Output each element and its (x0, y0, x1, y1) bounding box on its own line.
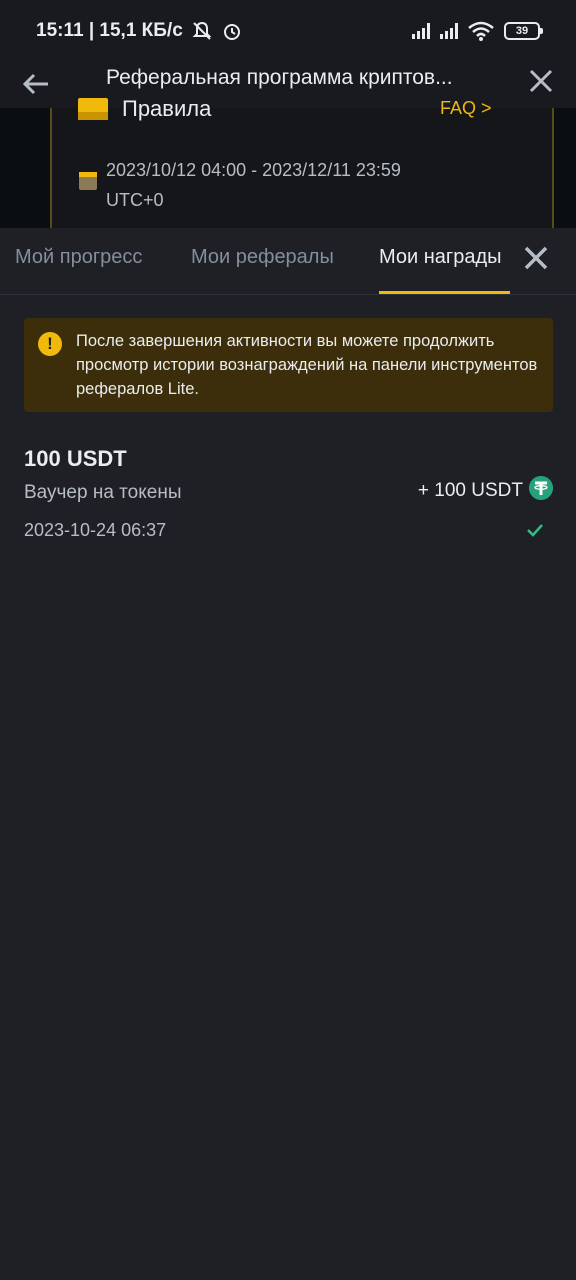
battery-icon: 39 (504, 22, 543, 40)
tab-my-rewards[interactable]: Мои награды (379, 246, 502, 269)
status-left: 15:11 | 15,1 КБ/с (36, 20, 243, 42)
status-right: 39 (412, 21, 543, 41)
signal-icon (440, 23, 458, 39)
rules-row[interactable]: Правила (78, 96, 211, 122)
usdt-tether-icon (529, 476, 553, 500)
tab-my-referrals[interactable]: Мои рефералы (191, 246, 334, 269)
reward-amount: + 100 USDT (417, 480, 523, 501)
faq-link[interactable]: FAQ > (440, 98, 492, 119)
close-icon[interactable] (526, 66, 556, 96)
status-time-speed: 15:11 | 15,1 КБ/с (36, 20, 183, 41)
tab-bar: Мой прогресс Мои рефералы Мои награды (0, 228, 576, 295)
battery-level: 39 (515, 25, 529, 37)
check-icon (527, 524, 543, 537)
notifications-muted-icon (192, 21, 212, 40)
notice-text: После завершения активности вы можете пр… (76, 332, 538, 398)
event-dates: 2023/10/12 04:00 - 2023/12/11 23:59 UTC+… (106, 155, 506, 215)
reward-title: 100 USDT (24, 446, 127, 471)
warning-icon: ! (38, 332, 62, 356)
reward-type: Ваучер на токены (24, 482, 182, 503)
wifi-icon (468, 21, 494, 41)
tab-my-progress[interactable]: Мой прогресс (15, 246, 142, 269)
signal-icon (412, 23, 430, 39)
close-icon[interactable] (522, 244, 550, 272)
active-tab-indicator (379, 291, 510, 294)
reward-date: 2023-10-24 06:37 (24, 520, 167, 540)
info-notice: ! После завершения активности вы можете … (24, 318, 553, 412)
calendar-icon (79, 172, 97, 190)
page-title: Реферальная программа криптов... (106, 66, 453, 89)
alarm-icon (223, 24, 240, 40)
rules-label: Правила (122, 96, 212, 121)
back-arrow-icon[interactable] (20, 68, 52, 100)
rewards-sheet: Мой прогресс Мои рефералы Мои награды ! … (0, 228, 576, 1280)
timezone: UTC+0 (106, 190, 164, 210)
date-range: 2023/10/12 04:00 - 2023/12/11 23:59 (106, 160, 401, 180)
status-bar: 15:11 | 15,1 КБ/с 39 (0, 0, 576, 62)
rules-book-icon (78, 98, 108, 120)
reward-item: 100 USDT Ваучер на токены 2023-10-24 06:… (24, 442, 553, 552)
